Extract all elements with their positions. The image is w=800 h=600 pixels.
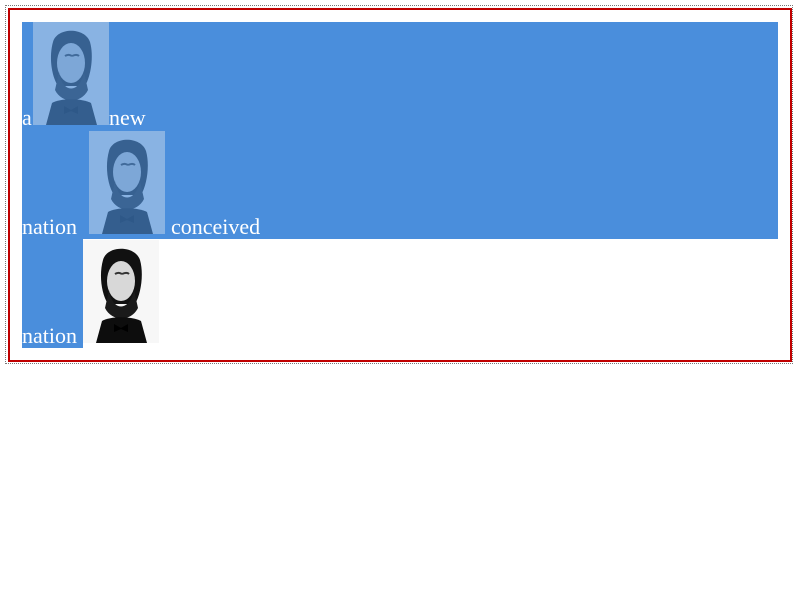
text-word-nation-second: nation [22,323,77,348]
lincoln-portrait-icon [89,131,165,234]
text-word-a: a [22,105,32,130]
lincoln-portrait-icon [83,240,159,343]
text-word-nation: nation [22,214,77,239]
text-word-conceived: conceived [171,214,261,239]
lincoln-portrait-icon [33,22,109,125]
text-word-new: new [109,105,146,130]
